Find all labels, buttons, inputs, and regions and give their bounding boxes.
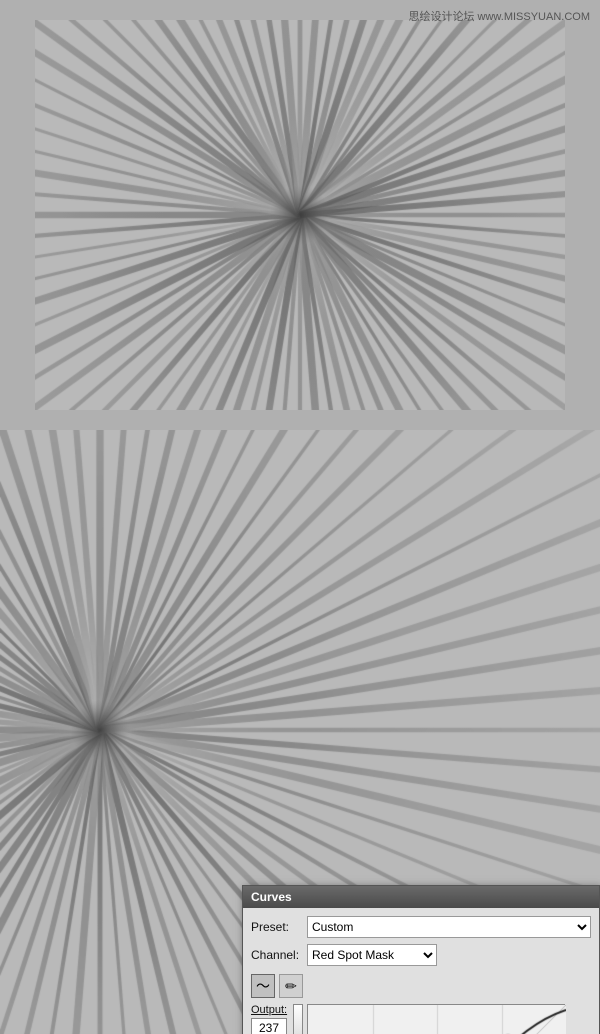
curves-titlebar: Curves	[243, 886, 599, 908]
output-input[interactable]	[251, 1018, 287, 1034]
bottom-image-area: UiBQ.CoM Curves Preset: Custom Channel: …	[0, 430, 600, 1034]
gradient-sidebar	[293, 1004, 303, 1034]
watermark-top: 思绘设计论坛 www.MISSYUAN.COM	[408, 8, 590, 24]
curve-tool-button[interactable]: 〜	[251, 974, 275, 998]
top-canvas	[35, 20, 565, 410]
channel-label: Channel:	[251, 948, 303, 962]
channel-dropdown[interactable]: Red Spot Mask	[307, 944, 437, 966]
pencil-tool-button[interactable]: ✏	[279, 974, 303, 998]
preset-dropdown[interactable]: Custom	[307, 916, 591, 938]
output-section: Output:	[251, 1004, 287, 1034]
tool-row: 〜 ✏	[251, 972, 591, 1000]
preset-row: Preset: Custom	[251, 916, 591, 938]
preset-label: Preset:	[251, 920, 303, 934]
curve-graph[interactable]	[307, 1004, 565, 1034]
output-label: Output:	[251, 1004, 287, 1016]
top-image-area	[0, 0, 600, 430]
channel-row: Channel: Red Spot Mask	[251, 944, 591, 966]
curve-graph-container: Output: ▽	[251, 1004, 591, 1034]
curves-body: Preset: Custom Channel: Red Spot Mask 〜 …	[243, 908, 599, 1034]
curves-title: Curves	[251, 890, 292, 904]
curves-dialog: Curves Preset: Custom Channel: Red Spot …	[242, 885, 600, 1034]
